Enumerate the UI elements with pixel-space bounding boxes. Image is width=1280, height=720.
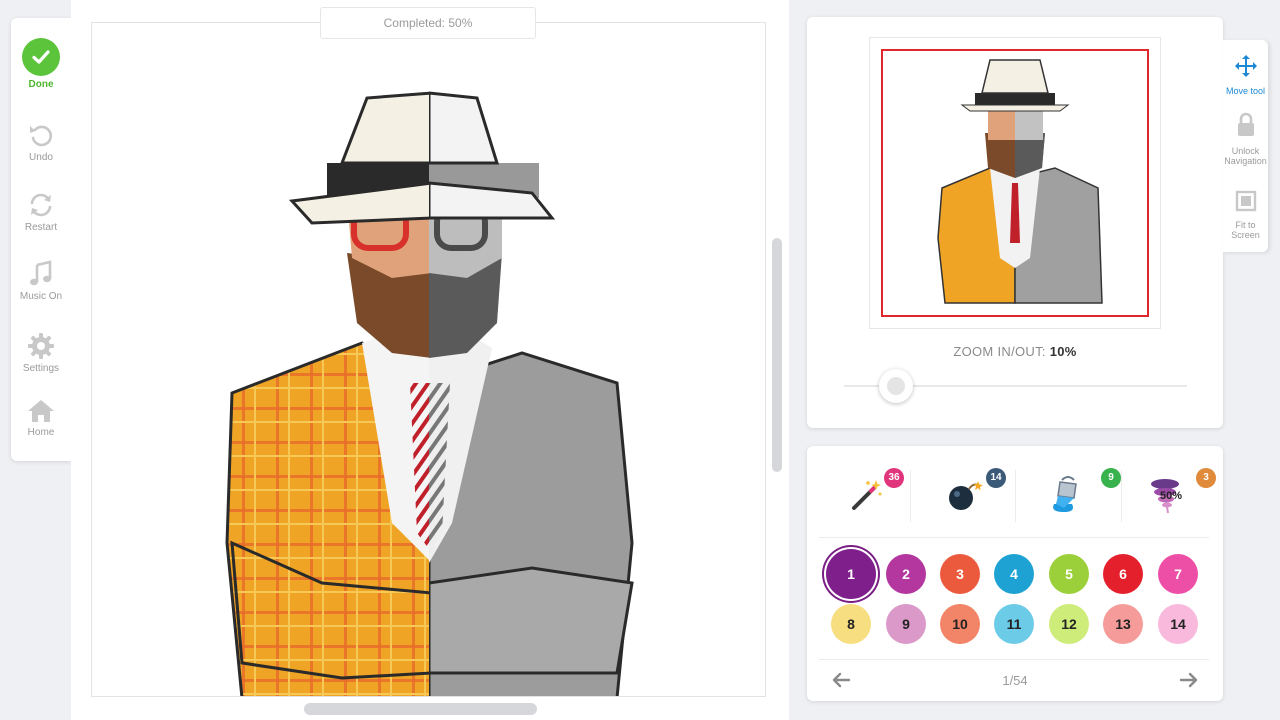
undo-label: Undo bbox=[29, 152, 53, 163]
color-swatch-2[interactable]: 2 bbox=[886, 554, 926, 594]
palette-page-indicator: 1/54 bbox=[1002, 673, 1028, 688]
minimap-thumbnail[interactable] bbox=[869, 37, 1161, 329]
restart-icon bbox=[30, 193, 52, 217]
arrow-right-icon[interactable] bbox=[1177, 668, 1201, 692]
music-note-icon bbox=[30, 260, 52, 286]
color-swatch-12[interactable]: 12 bbox=[1049, 604, 1089, 644]
booster-divider bbox=[1121, 470, 1122, 522]
color-swatch-11[interactable]: 11 bbox=[994, 604, 1034, 644]
home-button[interactable]: Home bbox=[11, 398, 71, 438]
tornado-count: 3 bbox=[1196, 468, 1216, 488]
color-swatch-3[interactable]: 3 bbox=[940, 554, 980, 594]
music-label: Music On bbox=[19, 291, 63, 302]
navigation-tools: Move tool Unlock Navigation Fit to Scree… bbox=[1223, 40, 1268, 252]
booster-divider bbox=[1015, 470, 1016, 522]
booster-bar: 36 14 9 50% 3 bbox=[819, 458, 1216, 530]
done-label: Done bbox=[28, 79, 54, 90]
lock-icon bbox=[1237, 112, 1254, 136]
home-icon bbox=[28, 400, 54, 422]
unlock-navigation-label: Unlock Navigation bbox=[1224, 146, 1267, 166]
tornado-booster[interactable]: 50% 3 bbox=[1125, 458, 1223, 530]
zoom-value: 10% bbox=[1049, 344, 1077, 359]
fit-to-screen-label: Fit to Screen bbox=[1231, 220, 1260, 240]
paint-bucket-booster[interactable]: 9 bbox=[1022, 458, 1121, 530]
gear-icon bbox=[28, 333, 54, 359]
undo-icon bbox=[30, 125, 53, 147]
bomb-booster[interactable]: 14 bbox=[917, 458, 1015, 530]
color-swatch-8[interactable]: 8 bbox=[831, 604, 871, 644]
restart-button[interactable]: Restart bbox=[11, 191, 71, 233]
bomb-icon bbox=[949, 481, 983, 510]
fit-to-screen-button[interactable]: Fit to Screen bbox=[1223, 190, 1268, 240]
vertical-scrollbar[interactable] bbox=[772, 238, 782, 472]
restart-label: Restart bbox=[24, 222, 58, 233]
booster-divider bbox=[910, 470, 911, 522]
left-toolbar: Done Undo Restart Music On Settings Home bbox=[11, 18, 71, 461]
divider bbox=[819, 659, 1209, 660]
settings-label: Settings bbox=[22, 363, 60, 374]
bomb-count: 14 bbox=[986, 468, 1006, 488]
preview-panel: ZOOM IN/OUT: 10% bbox=[807, 17, 1223, 428]
horizontal-scrollbar[interactable] bbox=[304, 703, 537, 715]
color-swatch-6[interactable]: 6 bbox=[1103, 554, 1143, 594]
done-button[interactable]: Done bbox=[11, 38, 71, 90]
color-swatch-7[interactable]: 7 bbox=[1158, 554, 1198, 594]
color-swatch-13[interactable]: 13 bbox=[1103, 604, 1143, 644]
music-toggle[interactable]: Music On bbox=[11, 260, 71, 302]
divider bbox=[819, 537, 1209, 538]
magic-wand-count: 36 bbox=[884, 468, 904, 488]
magic-wand-icon bbox=[852, 480, 882, 510]
completion-indicator: Completed: 50% bbox=[320, 7, 536, 39]
color-swatch-4[interactable]: 4 bbox=[994, 554, 1034, 594]
coloring-canvas[interactable] bbox=[91, 22, 766, 697]
zoom-label: ZOOM IN/OUT: 10% bbox=[953, 344, 1077, 359]
color-swatch-14[interactable]: 14 bbox=[1158, 604, 1198, 644]
settings-button[interactable]: Settings bbox=[11, 332, 71, 374]
undo-button[interactable]: Undo bbox=[11, 121, 71, 163]
color-swatch-9[interactable]: 9 bbox=[886, 604, 926, 644]
artwork-image bbox=[225, 91, 634, 696]
move-tool-label: Move tool bbox=[1225, 86, 1266, 96]
fit-screen-icon bbox=[1235, 190, 1256, 212]
color-swatch-10[interactable]: 10 bbox=[940, 604, 980, 644]
magic-wand-booster[interactable]: 36 bbox=[819, 458, 917, 530]
color-swatch-1[interactable]: 1 bbox=[826, 549, 876, 599]
move-tool-button[interactable]: Move tool bbox=[1223, 54, 1268, 96]
checkmark-icon bbox=[22, 38, 60, 76]
zoom-slider-handle[interactable] bbox=[879, 369, 913, 403]
viewport-rectangle[interactable] bbox=[881, 49, 1149, 317]
paint-bucket-icon bbox=[1053, 476, 1077, 512]
unlock-navigation-button[interactable]: Unlock Navigation bbox=[1223, 112, 1268, 166]
move-arrows-icon bbox=[1234, 55, 1257, 77]
home-label: Home bbox=[27, 427, 55, 438]
canvas-panel: Completed: 50% bbox=[71, 0, 789, 720]
color-swatch-5[interactable]: 5 bbox=[1049, 554, 1089, 594]
tornado-percentage: 50% bbox=[1160, 490, 1183, 502]
palette-panel: 36 14 9 50% 3 1 2 3 4 5 6 7 8 9 10 11 12… bbox=[807, 446, 1223, 701]
paint-bucket-count: 9 bbox=[1101, 468, 1121, 488]
